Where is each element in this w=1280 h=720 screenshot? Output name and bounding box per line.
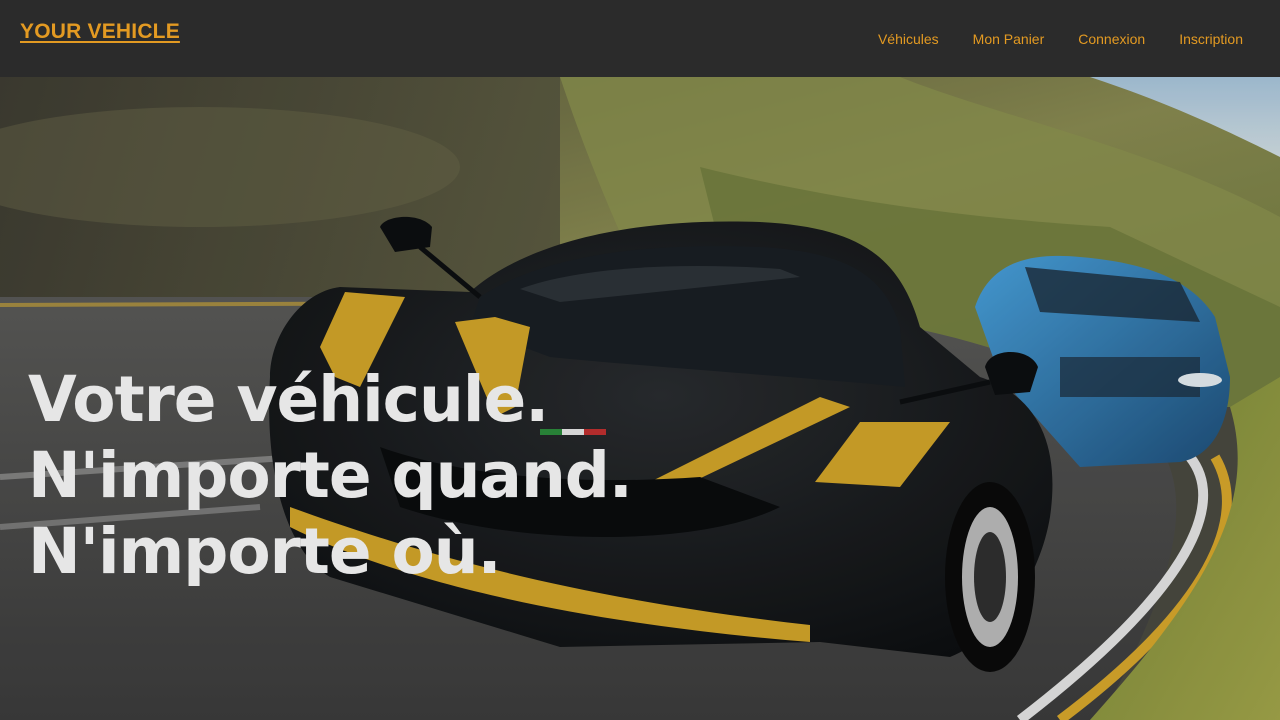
hero-tagline-line-3: N'importe où. bbox=[28, 515, 502, 588]
hero-section: Votre véhicule. N'importe quand. N'impor… bbox=[0, 77, 1280, 720]
nav-links: Véhicules Mon Panier Connexion Inscripti… bbox=[861, 30, 1260, 48]
hero-tagline-line-1: Votre véhicule. bbox=[28, 363, 549, 436]
navbar: YOUR VEHICLE Véhicules Mon Panier Connex… bbox=[0, 0, 1280, 77]
nav-link-vehicules[interactable]: Véhicules bbox=[861, 30, 956, 48]
nav-link-inscription[interactable]: Inscription bbox=[1162, 30, 1260, 48]
hero-tagline: Votre véhicule. N'importe quand. N'impor… bbox=[28, 362, 633, 590]
brand-logo-link[interactable]: YOUR VEHICLE bbox=[20, 20, 180, 44]
nav-link-connexion[interactable]: Connexion bbox=[1061, 30, 1162, 48]
nav-link-panier[interactable]: Mon Panier bbox=[956, 30, 1062, 48]
hero-tagline-line-2: N'importe quand. bbox=[28, 439, 633, 512]
